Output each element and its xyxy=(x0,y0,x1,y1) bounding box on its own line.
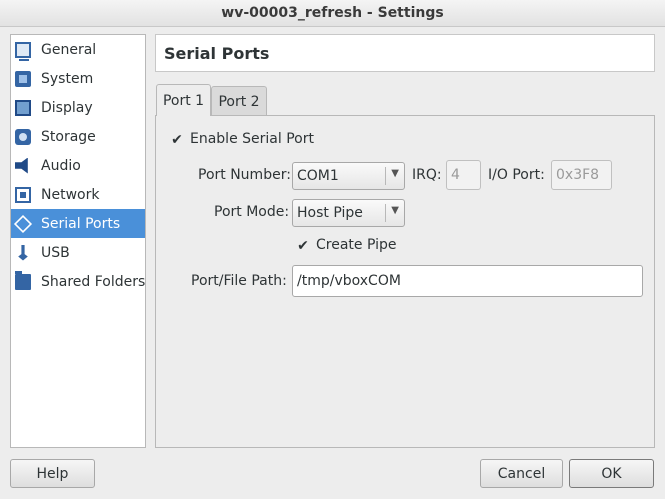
sidebar-item-label: Network xyxy=(41,186,100,203)
port-mode-label: Port Mode: xyxy=(214,204,290,220)
serial-ports-icon xyxy=(13,214,33,233)
irq-value: 4 xyxy=(451,167,460,183)
sidebar-item-audio[interactable]: Audio xyxy=(11,151,145,180)
chevron-down-icon: ▼ xyxy=(391,168,399,179)
combo-separator xyxy=(385,167,386,185)
port-mode-value: Host Pipe xyxy=(297,205,363,221)
tab-port-1[interactable]: Port 1 xyxy=(156,84,211,116)
cancel-button-label: Cancel xyxy=(497,465,546,482)
sidebar-item-label: Serial Ports xyxy=(41,215,121,232)
sidebar-item-general[interactable]: General xyxy=(11,35,145,64)
sidebar-item-storage[interactable]: Storage xyxy=(11,122,145,151)
settings-sidebar: General System Display Storage Audio Net… xyxy=(10,34,146,448)
port-file-path-input[interactable]: /tmp/vboxCOM xyxy=(292,265,643,297)
sidebar-item-label: General xyxy=(41,41,97,58)
irq-label: IRQ: xyxy=(412,167,442,183)
chevron-down-icon: ▼ xyxy=(391,205,399,216)
ok-button[interactable]: OK xyxy=(569,459,654,488)
tab-label: Port 1 xyxy=(162,92,205,109)
io-port-field[interactable]: 0x3F8 xyxy=(551,160,612,190)
port-mode-select[interactable]: Host Pipe ▼ xyxy=(292,199,405,227)
sidebar-item-usb[interactable]: USB xyxy=(11,238,145,267)
usb-icon xyxy=(18,244,28,261)
storage-icon xyxy=(15,128,31,145)
sidebar-item-system[interactable]: System xyxy=(11,64,145,93)
sidebar-item-label: USB xyxy=(41,244,70,261)
system-icon xyxy=(15,70,31,87)
create-pipe-label: Create Pipe xyxy=(316,237,397,253)
create-pipe-checkbox[interactable]: ✔ xyxy=(296,239,310,253)
sidebar-item-label: Shared Folders xyxy=(41,273,146,290)
cancel-button[interactable]: Cancel xyxy=(480,459,563,488)
tab-port-2[interactable]: Port 2 xyxy=(211,86,267,116)
sidebar-item-display[interactable]: Display xyxy=(11,93,145,122)
io-port-value: 0x3F8 xyxy=(556,167,600,183)
port-file-path-label: Port/File Path: xyxy=(191,273,287,289)
sidebar-item-network[interactable]: Network xyxy=(11,180,145,209)
port-number-select[interactable]: COM1 ▼ xyxy=(292,162,405,190)
port-number-label: Port Number: xyxy=(198,167,291,183)
page-title: Serial Ports xyxy=(155,34,655,72)
sidebar-item-label: Audio xyxy=(41,157,81,174)
ok-button-label: OK xyxy=(601,465,622,482)
network-icon xyxy=(15,186,31,203)
general-icon xyxy=(15,41,31,61)
enable-serial-port-label: Enable Serial Port xyxy=(190,131,314,147)
sidebar-item-label: System xyxy=(41,70,94,87)
irq-field[interactable]: 4 xyxy=(446,160,481,190)
port-file-path-value: /tmp/vboxCOM xyxy=(297,273,401,289)
combo-separator xyxy=(385,204,386,222)
enable-serial-port-checkbox[interactable]: ✔ xyxy=(170,133,184,147)
help-button[interactable]: Help xyxy=(10,459,95,488)
shared-folders-icon xyxy=(15,270,31,290)
sidebar-item-shared-folders[interactable]: Shared Folders xyxy=(11,267,145,296)
tab-label: Port 2 xyxy=(218,93,260,110)
help-button-label: Help xyxy=(36,465,69,482)
port-number-value: COM1 xyxy=(297,168,339,184)
io-port-label: I/O Port: xyxy=(488,167,545,183)
display-icon xyxy=(15,99,31,116)
sidebar-item-serial-ports[interactable]: Serial Ports xyxy=(11,209,145,238)
sidebar-item-label: Storage xyxy=(41,128,96,145)
sidebar-item-label: Display xyxy=(41,99,93,116)
window-title: wv-00003_refresh - Settings xyxy=(0,0,665,27)
audio-icon xyxy=(15,157,28,174)
